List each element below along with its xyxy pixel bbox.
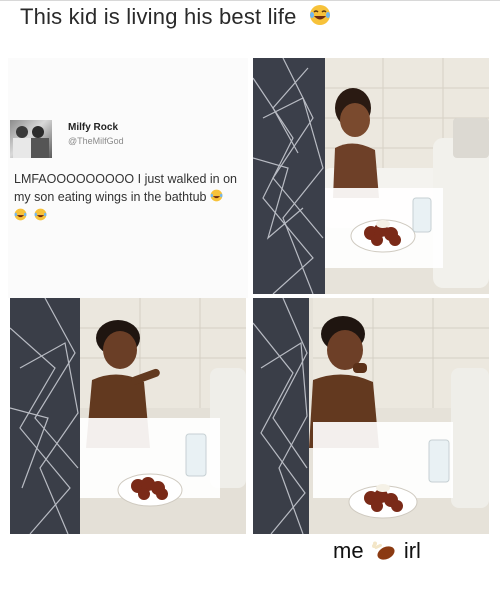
- avatar: [10, 120, 52, 158]
- tweet-handle[interactable]: @TheMilfGod: [68, 136, 124, 146]
- laughing-crying-icon: [14, 208, 27, 226]
- bathtub-photo-2: [10, 298, 246, 534]
- tweet-emoji-row: [14, 208, 50, 226]
- laughing-crying-icon: [210, 189, 223, 207]
- laughing-crying-icon: [309, 4, 331, 32]
- bathtub-photo-1: [253, 58, 489, 294]
- meme-caption-bottom: me irl: [333, 538, 421, 567]
- tweet-text-line-1: LMFAOOOOOOOOO I just walked in on: [14, 172, 237, 186]
- caption-me: me: [333, 538, 364, 563]
- bathtub-photo-3: [253, 298, 489, 534]
- tweet-text: LMFAOOOOOOOOO I just walked in on my son…: [14, 170, 250, 207]
- drumstick-icon: [371, 541, 397, 567]
- tweet-display-name[interactable]: Milfy Rock: [68, 122, 118, 133]
- tweet-text-line-2: my son eating wings in the bathtub: [14, 188, 250, 207]
- caption-irl: irl: [403, 538, 421, 563]
- laughing-crying-icon: [34, 208, 47, 226]
- meme-caption-top: This kid is living his best life: [20, 4, 331, 32]
- top-divider: [0, 0, 500, 1]
- caption-text: This kid is living his best life: [20, 4, 297, 29]
